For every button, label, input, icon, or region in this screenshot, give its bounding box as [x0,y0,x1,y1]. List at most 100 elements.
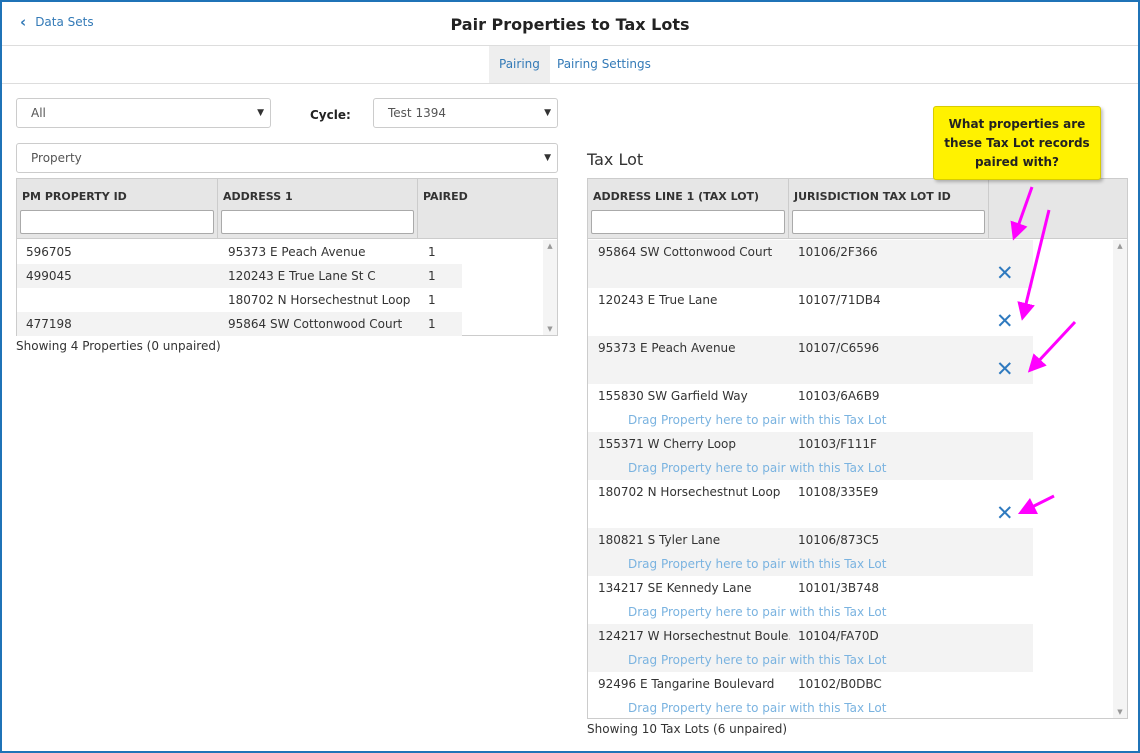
taxlot-grid-header: ADDRESS LINE 1 (TAX LOT) JURISDICTION TA… [588,179,1127,239]
property-count-status: Showing 4 Properties (0 unpaired) [16,339,221,353]
pm-property-id-cell: 596705 [26,245,72,259]
drag-drop-hint[interactable]: Drag Property here to pair with this Tax… [628,413,886,427]
caret-down-icon: ▼ [544,108,551,118]
taxlot-address-cell: 155830 SW Garfield Way [598,389,748,403]
taxlot-row[interactable]: 155830 SW Garfield Way 10103/6A6B9 Drag … [588,384,1033,432]
tab-pairing[interactable]: Pairing [489,46,550,83]
close-x-icon[interactable]: ✕ [996,263,1014,284]
property-row[interactable]: 596705 95373 E Peach Avenue 1 [17,240,462,264]
property-row[interactable]: 477198 95864 SW Cottonwood Court 1 [17,312,462,336]
callout-line: paired with? [974,155,1060,169]
pm-property-id-cell: 499045 [26,269,72,283]
column-header-address-1: ADDRESS 1 [218,179,418,239]
paired-cell: 1 [428,269,436,283]
taxlot-address-cell: 134217 SE Kennedy Lane [598,581,752,595]
taxlot-address-cell: 120243 E True Lane [598,293,718,307]
address-cell: 95864 SW Cottonwood Court [228,317,403,331]
paired-cell: 1 [428,293,436,307]
taxlot-address-cell: 180702 N Horsechestnut Loop [598,485,781,499]
tax-lot-section-title: Tax Lot [587,150,644,169]
taxlot-address-cell: 95373 E Peach Avenue [598,341,736,355]
paired-cell: 1 [428,317,436,331]
column-header-label: JURISDICTION TAX LOT ID [794,190,951,203]
app-frame: ‹ Data Sets Pair Properties to Tax Lots … [0,0,1140,753]
record-type-select-value: Property [31,151,82,165]
property-grid-scrollbar[interactable]: ▲ ▼ [543,240,557,335]
column-header-label: ADDRESS 1 [223,190,293,203]
taxlot-row[interactable]: 180821 S Tyler Lane 10106/873C5 Drag Pro… [588,528,1033,576]
taxlot-address-cell: 124217 W Horsechestnut Boule... [598,629,790,643]
property-grid-header: PM PROPERTY ID ADDRESS 1 PAIRED [17,179,557,239]
taxlot-row[interactable]: 95864 SW Cottonwood Court 10106/2F366 ✕ [588,240,1033,288]
taxlot-id-cell: 10107/C6596 [798,341,880,355]
record-type-select[interactable]: Property ▼ [16,143,558,173]
taxlot-count-status: Showing 10 Tax Lots (6 unpaired) [587,722,788,736]
taxlot-id-cell: 10101/3B748 [798,581,879,595]
close-x-icon[interactable]: ✕ [996,311,1014,332]
drag-drop-hint[interactable]: Drag Property here to pair with this Tax… [628,605,886,619]
annotation-callout: What properties are these Tax Lot record… [933,106,1101,180]
column-header-label: PM PROPERTY ID [22,190,127,203]
tab-bar: Pairing Pairing Settings [2,46,1138,84]
scope-select[interactable]: All ▼ [16,98,271,128]
address-line-1-filter-input[interactable] [591,210,785,234]
taxlot-id-cell: 10106/873C5 [798,533,880,547]
drag-drop-hint[interactable]: Drag Property here to pair with this Tax… [628,701,886,715]
paired-cell: 1 [428,245,436,259]
taxlot-row[interactable]: 95373 E Peach Avenue 10107/C6596 ✕ [588,336,1033,384]
caret-down-icon: ▼ [257,108,264,118]
taxlot-row[interactable]: 134217 SE Kennedy Lane 10101/3B748 Drag … [588,576,1033,624]
taxlot-address-cell: 92496 E Tangarine Boulevard [598,677,775,691]
scroll-up-icon[interactable]: ▲ [1113,242,1127,250]
close-x-icon[interactable]: ✕ [996,503,1014,524]
taxlot-id-cell: 10102/B0DBC [798,677,882,691]
taxlot-row[interactable]: 180702 N Horsechestnut Loop 10108/335E9 … [588,480,1033,528]
column-header-paired: PAIRED [418,179,557,239]
close-x-icon[interactable]: ✕ [996,359,1014,380]
taxlot-id-cell: 10103/6A6B9 [798,389,880,403]
pm-property-id-filter-input[interactable] [20,210,214,234]
tab-pairing-settings[interactable]: Pairing Settings [547,46,661,83]
taxlot-id-cell: 10108/335E9 [798,485,879,499]
address-cell: 180702 N Horsechestnut Loop [228,293,411,307]
scroll-down-icon[interactable]: ▼ [1113,708,1127,716]
callout-line: these Tax Lot records [944,136,1090,150]
taxlot-id-cell: 10103/F111F [798,437,877,451]
taxlot-id-cell: 10106/2F366 [798,245,878,259]
address-1-filter-input[interactable] [221,210,414,234]
scope-select-value: All [31,106,46,120]
page-title: Pair Properties to Tax Lots [450,15,690,34]
taxlot-grid-scrollbar[interactable]: ▲ ▼ [1113,240,1127,718]
column-header-label: ADDRESS LINE 1 (TAX LOT) [593,190,760,203]
address-cell: 95373 E Peach Avenue [228,245,366,259]
property-row[interactable]: 180702 N Horsechestnut Loop 1 [17,288,462,312]
callout-line: What properties are [948,117,1086,131]
drag-drop-hint[interactable]: Drag Property here to pair with this Tax… [628,461,886,475]
column-header-pm-property-id: PM PROPERTY ID [17,179,218,239]
cycle-select[interactable]: Test 1394 ▼ [373,98,558,128]
drag-drop-hint[interactable]: Drag Property here to pair with this Tax… [628,653,886,667]
taxlot-row[interactable]: 155371 W Cherry Loop 10103/F111F Drag Pr… [588,432,1033,480]
taxlot-address-cell: 155371 W Cherry Loop [598,437,737,451]
taxlot-row[interactable]: 92496 E Tangarine Boulevard 10102/B0DBC … [588,672,1033,718]
column-header-jurisdiction-tax-lot-id: JURISDICTION TAX LOT ID [789,179,989,239]
top-bar: ‹ Data Sets Pair Properties to Tax Lots [2,2,1138,46]
taxlot-row[interactable]: 120243 E True Lane 10107/71DB4 ✕ [588,288,1033,336]
caret-down-icon: ▼ [544,153,551,163]
taxlot-address-cell: 180821 S Tyler Lane [598,533,721,547]
taxlot-grid: ADDRESS LINE 1 (TAX LOT) JURISDICTION TA… [587,178,1128,719]
scroll-down-icon[interactable]: ▼ [543,325,557,333]
taxlot-id-cell: 10104/FA70D [798,629,879,643]
drag-drop-hint[interactable]: Drag Property here to pair with this Tax… [628,557,886,571]
column-header-address-line-1: ADDRESS LINE 1 (TAX LOT) [588,179,789,239]
property-row[interactable]: 499045 120243 E True Lane St C 1 [17,264,462,288]
column-header-label: PAIRED [423,190,468,203]
cycle-select-value: Test 1394 [388,106,446,120]
address-cell: 120243 E True Lane St C [228,269,376,283]
cycle-label: Cycle: [310,108,351,122]
scroll-up-icon[interactable]: ▲ [543,242,557,250]
property-grid: PM PROPERTY ID ADDRESS 1 PAIRED 596705 9… [16,178,558,336]
jurisdiction-tax-lot-id-filter-input[interactable] [792,210,985,234]
pm-property-id-cell: 477198 [26,317,72,331]
taxlot-row[interactable]: 124217 W Horsechestnut Boule... 10104/FA… [588,624,1033,672]
